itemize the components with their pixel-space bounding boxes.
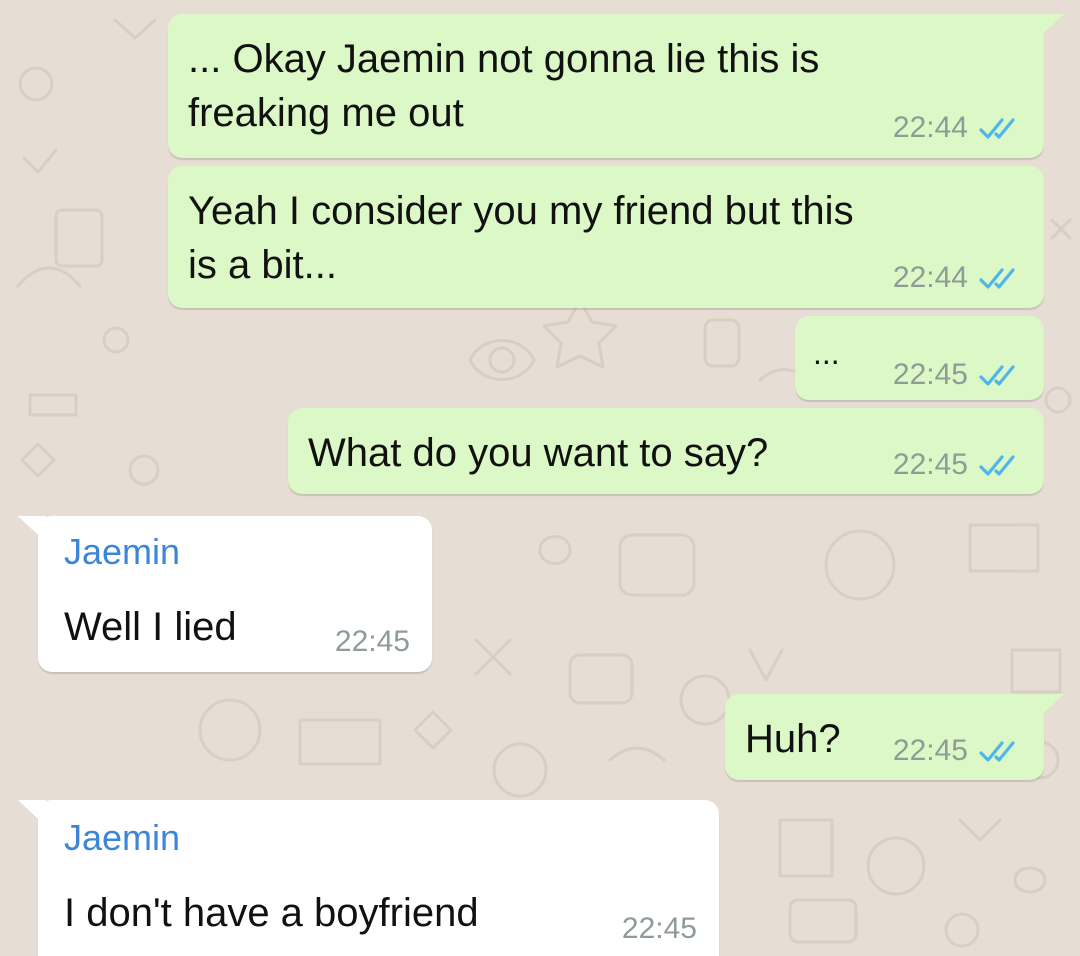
bubble-tail-icon (18, 516, 46, 542)
message-text: I don't have a boyfriend (64, 891, 479, 935)
outgoing-message-3[interactable]: ... 22:45 (795, 316, 1044, 400)
sender-name: Jaemin (64, 817, 181, 858)
bubble-tail-icon (1036, 14, 1064, 40)
message-meta: 22:44 (893, 263, 1020, 293)
message-text: Huh? (745, 717, 841, 761)
incoming-message-2[interactable]: Jaemin I don't have a boyfriend 22:45 (18, 800, 719, 956)
message-meta: 22:45 (893, 450, 1020, 480)
outgoing-message-4[interactable]: What do you want to say? 22:45 (288, 408, 1044, 494)
message-meta: 22:44 (893, 113, 1020, 143)
message-meta: 22:45 (335, 627, 410, 657)
bubble-tail-icon (1036, 694, 1064, 720)
outgoing-message-5[interactable]: Huh? 22:45 (725, 694, 1064, 780)
double-check-icon (978, 452, 1020, 478)
outgoing-message-2[interactable]: Yeah I consider you my friend but this i… (168, 166, 1044, 308)
outgoing-message-1[interactable]: ... Okay Jaemin not gonna lie this is fr… (168, 14, 1064, 158)
incoming-message-1[interactable]: Jaemin Well I lied 22:45 (18, 516, 432, 672)
message-meta: 22:45 (893, 736, 1020, 766)
message-time: 22:45 (892, 448, 968, 481)
message-meta: 22:45 (622, 914, 697, 944)
message-text: What do you want to say? (308, 431, 769, 475)
message-time: 22:44 (892, 111, 968, 144)
message-time: 22:45 (621, 912, 697, 945)
message-meta: 22:45 (893, 360, 1020, 390)
chat-conversation[interactable]: ... Okay Jaemin not gonna lie this is fr… (0, 0, 1080, 956)
double-check-icon (978, 738, 1020, 764)
double-check-icon (978, 265, 1020, 291)
double-check-icon (978, 115, 1020, 141)
message-text: ... (813, 335, 840, 371)
message-time: 22:45 (892, 734, 968, 767)
bubble-tail-icon (18, 800, 46, 826)
message-text: Well I lied (64, 605, 237, 649)
message-time: 22:45 (892, 358, 968, 391)
message-time: 22:44 (892, 261, 968, 294)
sender-name: Jaemin (64, 531, 181, 572)
message-time: 22:45 (334, 625, 410, 658)
double-check-icon (978, 362, 1020, 388)
